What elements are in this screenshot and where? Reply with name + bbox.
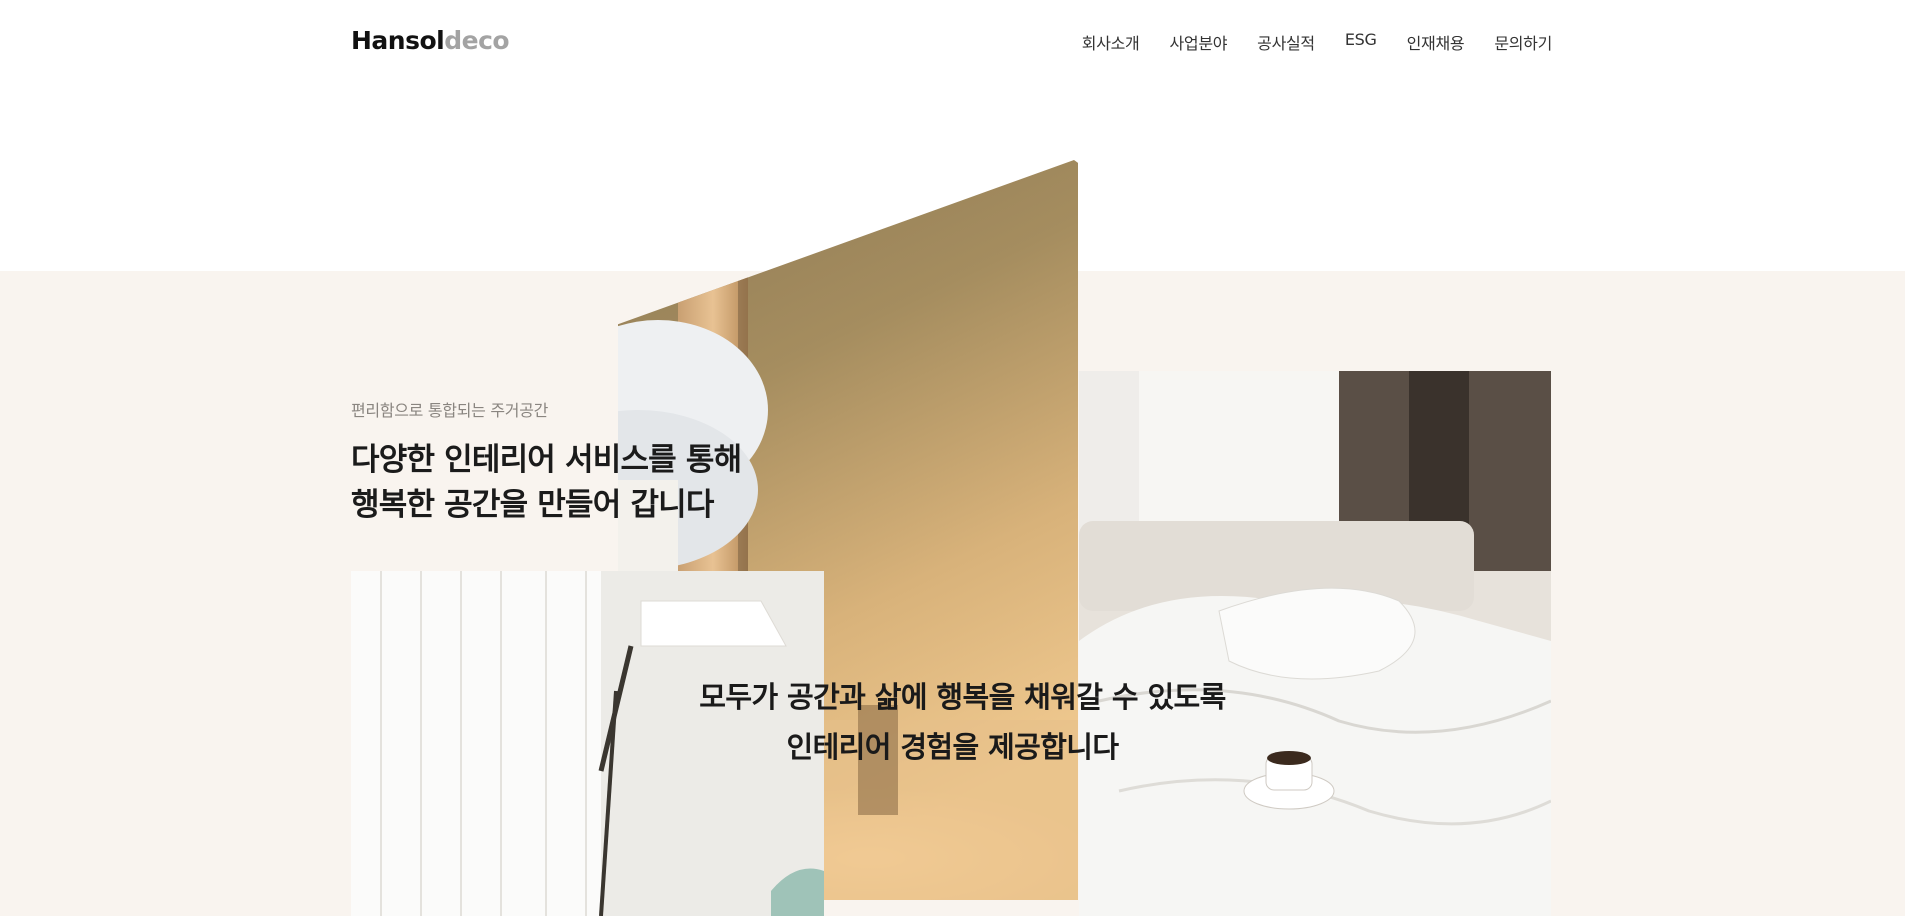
nav-item-projects[interactable]: 공사실적 [1257, 30, 1315, 54]
main-nav: 회사소개 사업분야 공사실적 ESG 인재채용 문의하기 [1082, 30, 1553, 54]
hero-headline: 다양한 인테리어 서비스를 통해 행복한 공간을 만들어 갑니다 [351, 438, 742, 528]
overlay-line-1: 모두가 공간과 삶에 행복을 채워갈 수 있도록 [699, 680, 1226, 714]
hero-headline-line-2: 행복한 공간을 만들어 갑니다 [351, 487, 714, 523]
hero-overlay-copy: 모두가 공간과 삶에 행복을 채워갈 수 있도록 인테리어 경험을 제공합니다 [0, 672, 1905, 772]
nav-item-careers[interactable]: 인재채용 [1407, 30, 1465, 54]
hero-eyebrow: 편리함으로 통합되는 주거공간 [351, 401, 549, 420]
bedroom-photo [1079, 371, 1551, 916]
site-header: Hansoldeco 회사소개 사업분야 공사실적 ESG 인재채용 문의하기 [0, 0, 1905, 80]
nav-item-company[interactable]: 회사소개 [1082, 30, 1140, 54]
nav-item-esg[interactable]: ESG [1345, 30, 1377, 54]
nav-item-business[interactable]: 사업분야 [1169, 30, 1227, 54]
nav-item-contact[interactable]: 문의하기 [1494, 30, 1552, 54]
hero-headline-line-1: 다양한 인테리어 서비스를 통해 [351, 442, 742, 478]
logo-light: deco [444, 26, 510, 55]
bedroom-image [1079, 371, 1551, 916]
logo-strong: Hansol [351, 26, 445, 55]
logo[interactable]: Hansoldeco [351, 26, 510, 55]
overlay-line-2: 인테리어 경험을 제공합니다 [786, 730, 1120, 764]
